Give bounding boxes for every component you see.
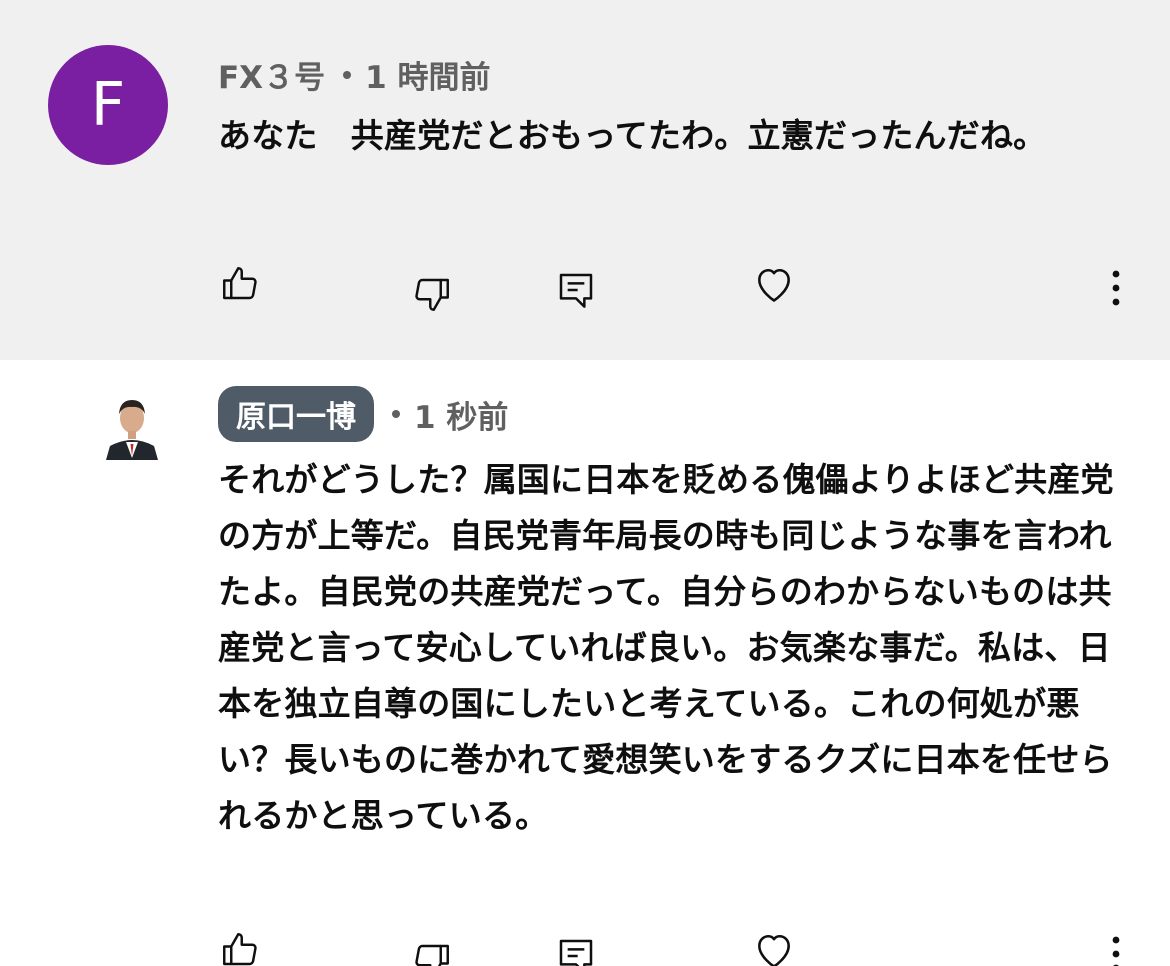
comment-meta: FX３号 1 時間前 <box>218 52 490 97</box>
reply-comment-icon <box>559 939 593 966</box>
comment-text: それがどうした？属国に日本を貶める傀儡よりよほど共産党の方が上等だ。自民党青年局… <box>218 460 1114 835</box>
comment-meta: 原口一博 1 秒前 <box>218 386 508 442</box>
thumbs-down-icon <box>415 944 449 966</box>
comment-actions <box>0 262 1170 312</box>
more-vertical-icon <box>1112 270 1120 306</box>
comment-highlighted: F FX３号 1 時間前 あなた 共産党だとおもってたわ。立憲だったんだね。 <box>0 0 1170 360</box>
separator-dot <box>343 70 352 79</box>
avatar[interactable]: F <box>48 45 168 165</box>
comment-author[interactable]: FX３号 <box>218 52 325 97</box>
separator-dot <box>392 410 400 418</box>
dislike-button[interactable] <box>410 272 454 316</box>
comment-time: 1 秒前 <box>414 399 509 436</box>
reply-comment-icon <box>559 273 593 308</box>
heart-icon <box>758 934 790 966</box>
reply-button[interactable] <box>554 268 598 312</box>
comment-time: 1 時間前 <box>365 60 491 96</box>
like-button[interactable] <box>218 262 262 306</box>
heart-button[interactable] <box>752 928 796 966</box>
thumbs-down-icon <box>415 278 449 311</box>
comment-text: あなた 共産党だとおもってたわ。立憲だったんだね。 <box>218 116 1047 155</box>
more-options-button[interactable] <box>1094 932 1138 966</box>
reply-button[interactable] <box>554 934 598 966</box>
more-options-button[interactable] <box>1094 266 1138 310</box>
comment-actions <box>0 928 1170 966</box>
user-photo-icon <box>104 390 160 460</box>
comment-author-badge[interactable]: 原口一博 <box>218 386 374 442</box>
dislike-button[interactable] <box>410 938 454 966</box>
heart-button[interactable] <box>752 262 796 306</box>
more-vertical-icon <box>1112 936 1120 966</box>
comment-reply: 原口一博 1 秒前 それがどうした？属国に日本を貶める傀儡よりよほど共産党の方が… <box>0 360 1170 966</box>
thumbs-up-icon <box>223 933 257 966</box>
like-button[interactable] <box>218 928 262 966</box>
avatar[interactable] <box>104 390 160 460</box>
heart-icon <box>758 268 790 302</box>
thumbs-up-icon <box>223 267 257 300</box>
